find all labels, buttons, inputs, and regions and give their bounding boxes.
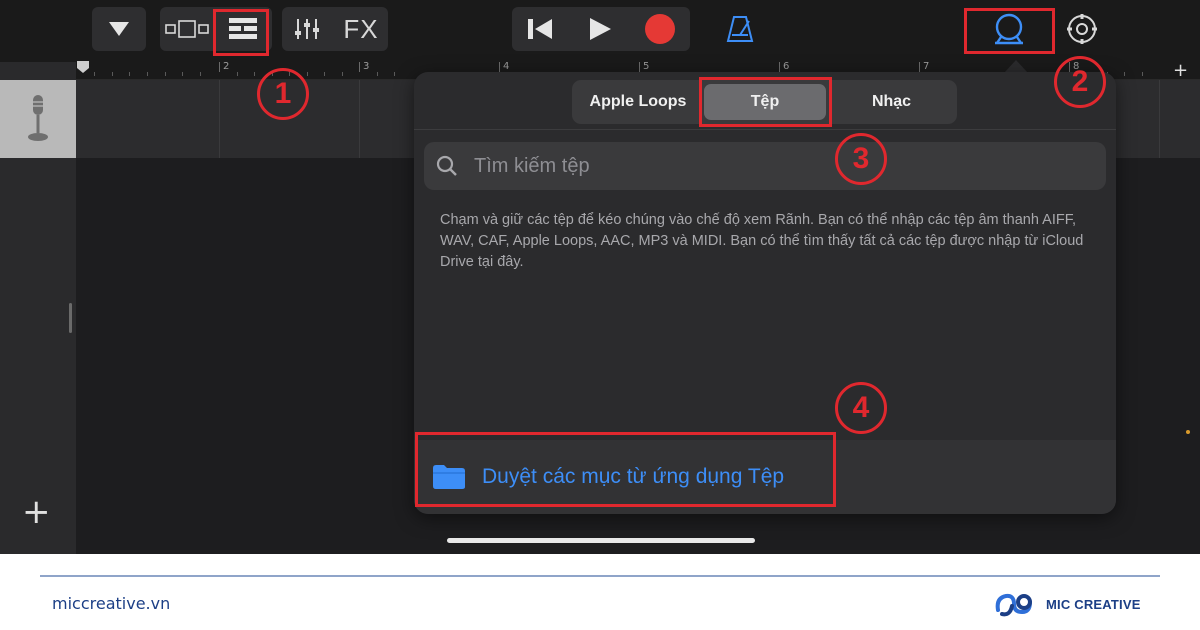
step-badge-3: 3 bbox=[835, 133, 887, 185]
tab-apple-loops[interactable]: Apple Loops bbox=[576, 84, 700, 120]
tab-music[interactable]: Nhạc bbox=[830, 84, 953, 120]
dropdown-triangle-icon bbox=[109, 22, 129, 36]
ruler-bar-7: 7 bbox=[919, 62, 929, 72]
mixer-icon bbox=[295, 19, 319, 39]
search-input[interactable] bbox=[474, 154, 1074, 178]
playhead-marker-icon[interactable] bbox=[76, 60, 90, 74]
mic-creative-logo-icon bbox=[995, 593, 1032, 617]
brand-name: MIC CREATIVE bbox=[1046, 596, 1141, 612]
track-header-column bbox=[0, 62, 76, 554]
ruler-bar-2: 2 bbox=[219, 62, 229, 72]
highlight-browse-files bbox=[415, 432, 836, 507]
add-section-button[interactable]: + bbox=[1173, 60, 1188, 81]
metronome-icon bbox=[726, 16, 754, 42]
dropdown-triangle-button[interactable] bbox=[92, 7, 146, 51]
mixer-button[interactable] bbox=[282, 7, 332, 51]
step-badge-2: 2 bbox=[1054, 56, 1106, 108]
ruler-bar-5: 5 bbox=[639, 62, 649, 72]
play-button[interactable] bbox=[572, 7, 628, 51]
record-button[interactable] bbox=[632, 7, 688, 51]
fx-button[interactable]: FX bbox=[334, 7, 388, 51]
page-footer: miccreative.vn MIC CREATIVE bbox=[0, 554, 1200, 630]
search-icon bbox=[436, 155, 457, 176]
ruler-bar-3: 3 bbox=[359, 62, 369, 72]
ruler-bar-4: 4 bbox=[499, 62, 509, 72]
rewind-icon bbox=[528, 19, 552, 39]
home-indicator[interactable] bbox=[447, 538, 755, 543]
footer-url[interactable]: miccreative.vn bbox=[52, 594, 170, 613]
highlight-files-tab bbox=[699, 77, 832, 127]
view-toggle-icon bbox=[165, 20, 209, 38]
metronome-button[interactable] bbox=[718, 7, 762, 51]
record-icon bbox=[645, 14, 675, 44]
track-header-audio-recorder[interactable] bbox=[0, 80, 76, 158]
footer-divider bbox=[40, 575, 1160, 577]
transport-group bbox=[512, 7, 690, 51]
view-toggle-button[interactable] bbox=[160, 7, 214, 51]
edge-indicator bbox=[1186, 430, 1190, 434]
mixer-fx-group: FX bbox=[282, 7, 388, 51]
step-badge-1: 1 bbox=[257, 68, 309, 120]
track-resize-handle[interactable] bbox=[69, 303, 72, 333]
settings-icon bbox=[1067, 14, 1097, 44]
highlight-loop-browser bbox=[964, 8, 1055, 54]
add-track-button[interactable]: + bbox=[22, 495, 51, 529]
rewind-button[interactable] bbox=[512, 7, 568, 51]
ruler-bar-6: 6 bbox=[779, 62, 789, 72]
files-help-text: Chạm và giữ các tệp để kéo chúng vào chế… bbox=[440, 212, 1084, 270]
settings-button[interactable] bbox=[1060, 7, 1104, 51]
dropdown-button-group bbox=[92, 7, 146, 51]
fx-label: FX bbox=[343, 13, 379, 44]
microphone-icon bbox=[28, 95, 48, 141]
step-badge-4: 4 bbox=[835, 382, 887, 434]
garageband-screen: FX 2 3 4 5 6 7 8 + + Apple Loops Tệp Nhạ… bbox=[0, 0, 1200, 554]
highlight-tracks-view bbox=[213, 9, 269, 56]
search-bar[interactable] bbox=[424, 142, 1106, 190]
play-icon bbox=[590, 18, 611, 40]
brand-logo-group: MIC CREATIVE bbox=[994, 588, 1141, 620]
